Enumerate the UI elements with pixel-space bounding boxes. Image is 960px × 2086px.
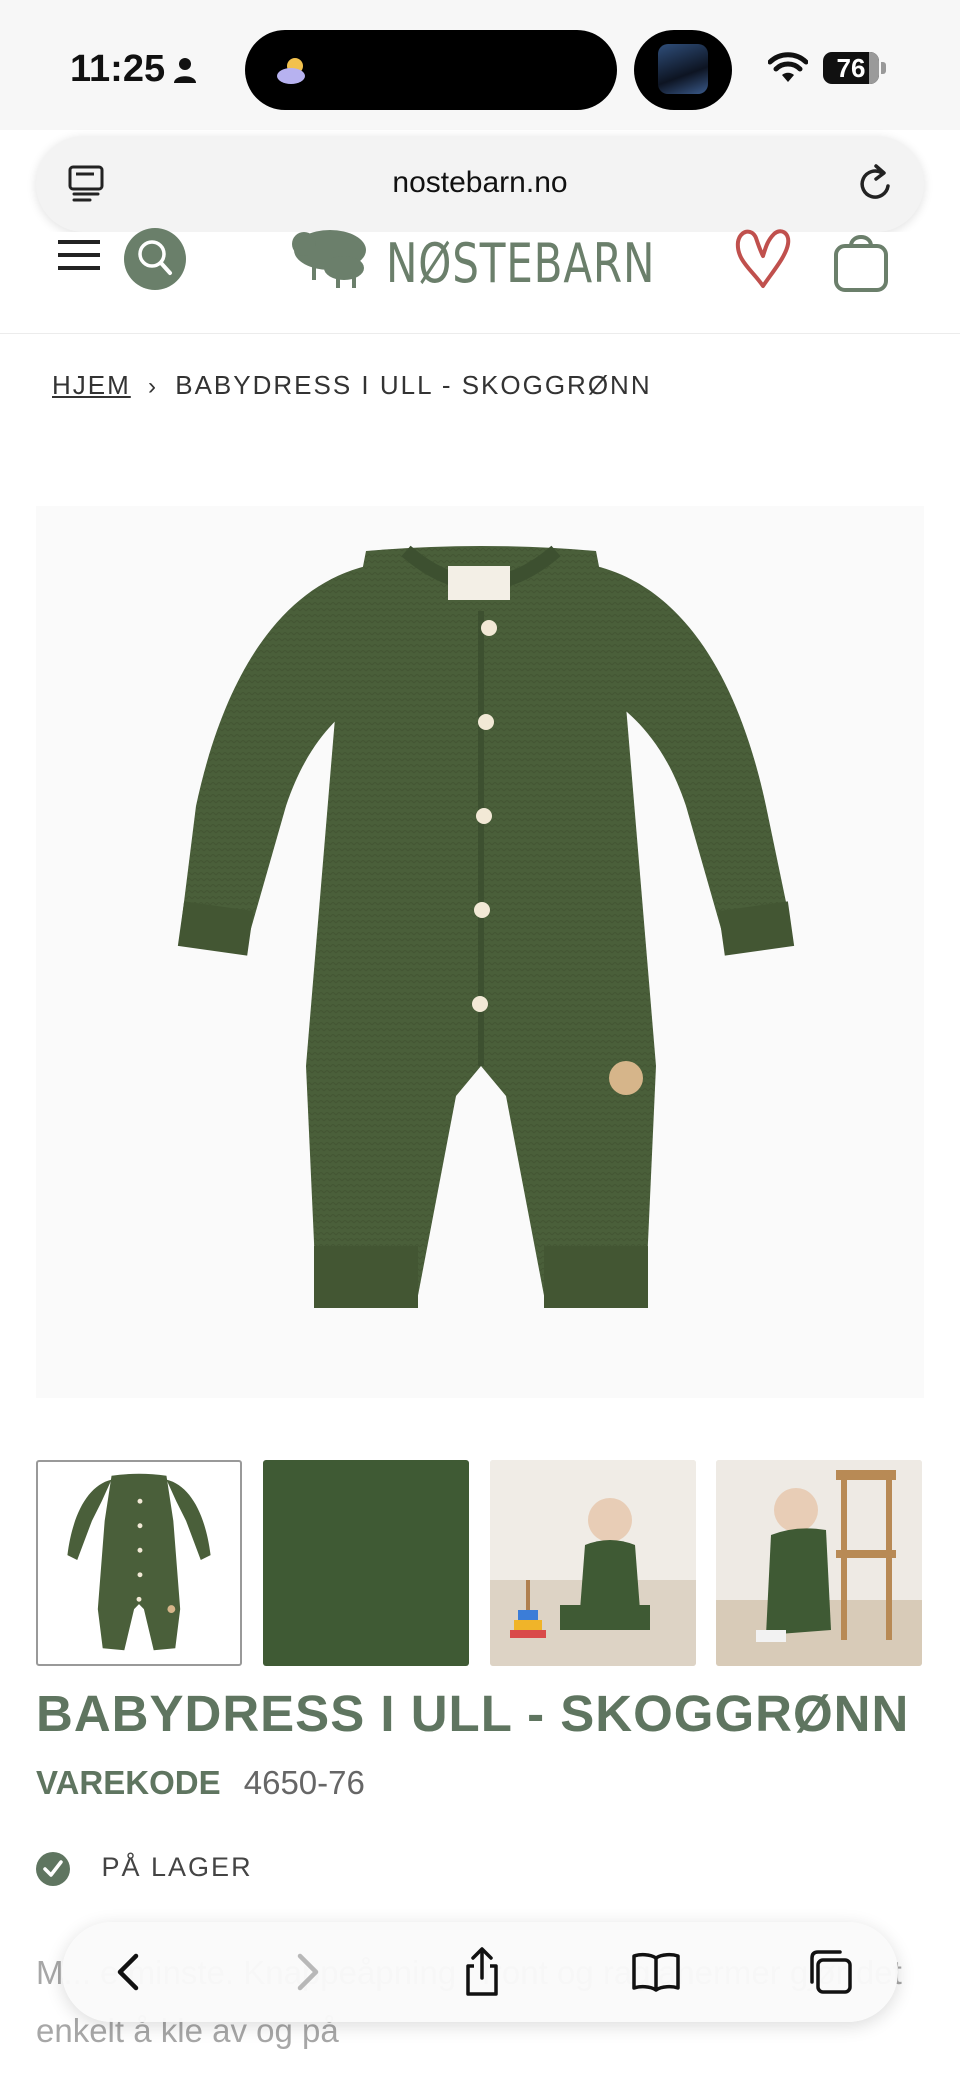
reload-icon[interactable] — [854, 162, 896, 206]
logo-text[interactable]: NØSTEBARN — [386, 232, 655, 295]
battery-tip — [881, 62, 886, 74]
stock-label: PÅ LAGER — [101, 1852, 253, 1883]
site-header: NØSTEBARN — [0, 228, 960, 334]
search-icon — [138, 240, 172, 275]
share-icon[interactable] — [454, 1944, 510, 2000]
battery-indicator: 76 — [823, 52, 879, 84]
thumbnail-front[interactable] — [36, 1460, 242, 1666]
status-time: 11:25 — [70, 48, 166, 90]
person-icon — [174, 58, 196, 83]
sheep-logo-icon[interactable] — [290, 224, 372, 290]
tabs-icon[interactable] — [802, 1944, 858, 2000]
status-bar: 11:25 76 — [0, 0, 960, 130]
baby-toys-image — [490, 1460, 696, 1666]
breadcrumb-current: BABYDRESS I ULL - SKOGGRØNN — [175, 370, 652, 400]
wishlist-heart-icon[interactable] — [730, 226, 796, 292]
product-title: BABYDRESS I ULL - SKOGGRØNN — [36, 1685, 910, 1742]
weather-moon-icon — [277, 58, 305, 84]
search-button[interactable] — [124, 228, 186, 290]
product-main-image[interactable] — [36, 506, 924, 1398]
address-bar[interactable]: nostebarn.no — [36, 136, 924, 232]
thumbnail-baby-toys[interactable] — [490, 1460, 696, 1666]
shopping-bag-icon[interactable] — [832, 228, 890, 294]
album-art-icon — [658, 44, 708, 94]
romper-thumb-image — [67, 1473, 211, 1651]
chevron-right-icon: › — [148, 373, 159, 400]
thumbnail-baby-chair[interactable] — [716, 1460, 922, 1666]
forward-icon[interactable] — [278, 1944, 334, 2000]
hamburger-menu-icon[interactable] — [58, 238, 100, 272]
bookmarks-book-icon[interactable] — [628, 1944, 684, 2000]
check-icon — [36, 1852, 70, 1886]
stock-status: PÅ LAGER — [36, 1852, 253, 1886]
romper-image — [177, 545, 795, 1308]
back-icon[interactable] — [102, 1944, 158, 2000]
sku: VAREKODE 4650-76 — [36, 1764, 365, 1802]
baby-chair-image — [716, 1460, 922, 1666]
breadcrumb: HJEM › BABYDRESS I ULL - SKOGGRØNN — [52, 370, 652, 401]
now-playing-island[interactable] — [634, 30, 732, 110]
battery-percent: 76 — [836, 53, 866, 83]
browser-toolbar — [62, 1922, 898, 2022]
sku-value: 4650-76 — [243, 1764, 365, 1801]
sku-label: VAREKODE — [36, 1764, 221, 1801]
url-text[interactable]: nostebarn.no — [36, 166, 924, 200]
breadcrumb-home-link[interactable]: HJEM — [52, 370, 131, 400]
thumbnail-fabric[interactable] — [263, 1460, 469, 1666]
wifi-icon — [768, 52, 808, 82]
